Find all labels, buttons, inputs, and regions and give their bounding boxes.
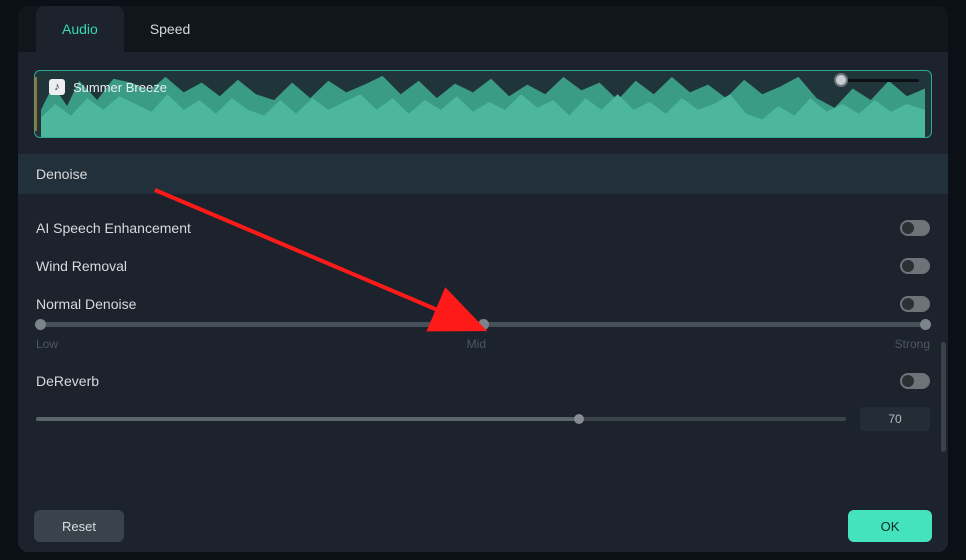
clip-title: Summer Breeze: [73, 80, 167, 95]
label-dereverb: DeReverb: [36, 373, 99, 389]
tab-audio[interactable]: Audio: [36, 6, 124, 52]
slider-label-mid: Mid: [467, 337, 486, 351]
slider-label-low: Low: [36, 337, 58, 351]
clip-start-marker: [35, 77, 37, 131]
dereverb-slider: 70: [36, 407, 930, 431]
toggle-normal-denoise[interactable]: [900, 296, 930, 312]
row-wind-removal: Wind Removal: [36, 236, 930, 274]
reset-button[interactable]: Reset: [34, 510, 124, 542]
audio-clip-waveform[interactable]: ♪ Summer Breeze: [34, 70, 932, 138]
toggle-ai-speech[interactable]: [900, 220, 930, 236]
denoise-options: AI Speech Enhancement Wind Removal Norma…: [18, 194, 948, 431]
dereverb-fill: [36, 417, 579, 421]
clip-scrubber[interactable]: [841, 79, 919, 82]
label-wind-removal: Wind Removal: [36, 258, 127, 274]
row-normal-denoise: Normal Denoise: [36, 274, 930, 312]
toggle-wind-removal[interactable]: [900, 258, 930, 274]
audio-panel: Audio Speed ♪ Summer Breeze Denoise AI S…: [18, 6, 948, 552]
clip-label: ♪ Summer Breeze: [49, 79, 167, 95]
slider-stop-strong[interactable]: [920, 319, 931, 330]
content-area: ♪ Summer Breeze Denoise AI Speech Enhanc…: [18, 52, 948, 552]
vertical-scrollbar[interactable]: [941, 342, 946, 452]
dereverb-thumb[interactable]: [574, 414, 584, 424]
music-note-icon: ♪: [49, 79, 65, 95]
toggle-dereverb[interactable]: [900, 373, 930, 389]
row-dereverb: DeReverb: [36, 351, 930, 389]
label-normal-denoise: Normal Denoise: [36, 296, 136, 312]
scrubber-handle-icon[interactable]: [834, 73, 848, 87]
ok-button[interactable]: OK: [848, 510, 932, 542]
slider-track[interactable]: [36, 322, 930, 327]
slider-stop-low[interactable]: [35, 319, 46, 330]
tab-bar: Audio Speed: [18, 6, 948, 52]
waveform-graphic: [41, 71, 925, 137]
slider-labels: Low Mid Strong: [36, 337, 930, 351]
footer-buttons: Reset OK: [34, 510, 932, 542]
dereverb-track[interactable]: [36, 417, 846, 421]
section-denoise-header: Denoise: [18, 154, 948, 194]
label-ai-speech: AI Speech Enhancement: [36, 220, 191, 236]
dereverb-value[interactable]: 70: [860, 407, 930, 431]
normal-denoise-slider[interactable]: Low Mid Strong: [36, 322, 930, 351]
slider-stop-mid[interactable]: [478, 319, 489, 330]
tab-speed[interactable]: Speed: [124, 6, 216, 52]
row-ai-speech: AI Speech Enhancement: [36, 198, 930, 236]
slider-label-strong: Strong: [895, 337, 930, 351]
